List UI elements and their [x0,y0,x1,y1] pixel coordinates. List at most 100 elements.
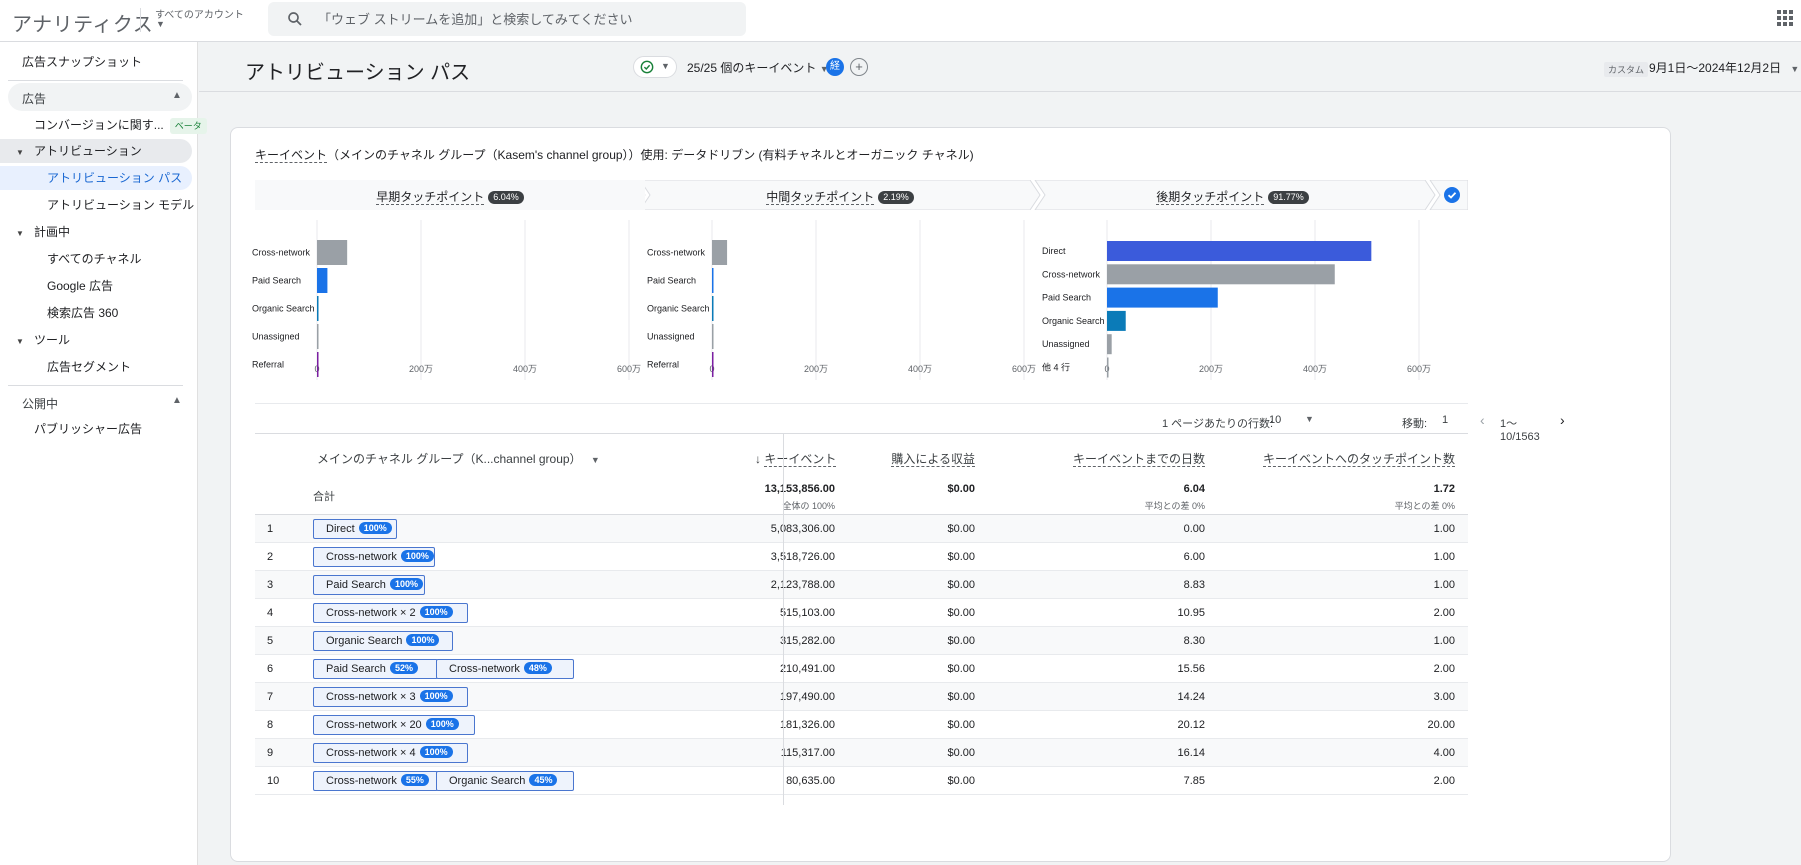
page-title: アトリビューション パス [245,62,471,84]
search-box[interactable] [268,2,746,36]
bar[interactable] [317,240,348,265]
status-chip[interactable]: ▼ [633,56,677,78]
row-index: 2 [267,551,274,563]
key-events-header[interactable]: ↓ キーイベント [755,450,837,467]
bar[interactable] [317,268,328,293]
bar[interactable] [317,324,319,349]
path-chip[interactable]: Paid Search 100% [313,575,425,595]
table-row[interactable]: 2 Cross-network 100% 3,518,726.00 $0.00 6.00 1… [255,543,1468,571]
sidebar-item-all-channels[interactable]: すべてのチャネル [47,247,142,271]
caret-down-icon[interactable]: ▼ [16,229,24,238]
table-row[interactable]: 1 Direct 100% 5,083,306.00 $0.00 0.00 1.00 [255,515,1468,543]
date-range-picker[interactable]: 9月1日～2024年12月2日 ▼ [1649,59,1799,76]
table-row[interactable]: 3 Paid Search 100% 2,123,788.00 $0.00 8.83 1.0… [255,571,1468,599]
path-chip[interactable]: Direct 100% [313,519,397,539]
path-chip[interactable]: Organic Search 45% [436,771,574,791]
path-chip[interactable]: Cross-network × 2 100% [313,603,468,623]
category-label: Referral [647,360,679,370]
path-chip[interactable]: Cross-network 100% [313,547,435,567]
touchpoints-header[interactable]: キーイベントへのタッチポイント数 [1255,450,1455,467]
sidebar-item-sa360[interactable]: 検索広告 360 [47,301,118,325]
chevron-up-icon[interactable]: ▲ [172,90,182,101]
next-page-chevron-icon[interactable]: › [1560,412,1565,428]
key-event-filter[interactable]: キーイベント [255,148,328,163]
bar[interactable] [1107,287,1218,308]
sidebar-item-conversion[interactable]: コンバージョンに関す... ベータ [34,113,207,137]
cell-days: 8.30 [1183,635,1205,647]
bar[interactable] [1107,241,1372,261]
bar[interactable] [317,352,319,377]
path-chip[interactable]: Cross-network × 20 100% [313,715,475,735]
bar[interactable] [712,296,714,321]
sidebar-item-attribution-model[interactable]: アトリビューション モデル [47,193,194,217]
app-title[interactable]: アナリティクス [12,8,153,37]
row-index: 10 [267,775,280,787]
cell-days: 6.00 [1183,551,1205,563]
sidebar-item-publisher-ads[interactable]: パブリッシャー広告 [34,417,142,441]
touchpoint-check-button[interactable] [1427,180,1467,210]
check-circle-icon [640,60,654,74]
cell-key-events: 181,326.00 [779,719,835,731]
path-chip[interactable]: Cross-network × 3 100% [313,687,468,707]
path-chip[interactable]: Paid Search 52% [313,659,438,679]
cell-revenue: $0.00 [947,663,975,675]
divider [8,385,183,386]
sidebar: 広告スナップショット 広告 ▲ コンバージョンに関す... ベータ ▼ アトリビュ… [0,42,207,865]
revenue-header[interactable]: 購入による収益 [875,450,975,467]
path-chip[interactable]: Organic Search 100% [313,631,453,651]
path-chip[interactable]: Cross-network 55% [313,771,438,791]
row-index: 7 [267,691,274,703]
search-input[interactable] [318,2,738,36]
sidebar-item-segments[interactable]: 広告セグメント [47,355,131,379]
total-touchpoints: 1.72 [1433,483,1455,495]
sidebar-item-planning[interactable]: 計画中 [34,220,70,244]
rows-per-page-select[interactable]: 10 [1269,414,1281,426]
table-row[interactable]: 4 Cross-network × 2 100% 515,103.00 $0.00 10.… [255,599,1468,627]
sidebar-item-google-ads[interactable]: Google 広告 [47,274,113,298]
bar[interactable] [317,296,319,321]
add-comparison-button[interactable]: + [850,58,868,76]
bar[interactable] [1107,264,1335,285]
path-chip[interactable]: Cross-network × 4 100% [313,743,468,763]
tab-mid-touchpoint[interactable]: 中間タッチポイント 2.19% [645,180,1035,210]
filter-line[interactable]: キーイベント（メインのチャネル グループ（Kasem's channel gro… [255,146,974,163]
comparison-badge[interactable]: 経 [826,58,844,76]
caret-down-icon[interactable]: ▼ [16,148,24,157]
bar[interactable] [712,352,714,377]
tab-late-touchpoint[interactable]: 後期タッチポイント 91.77% [1035,180,1430,210]
sidebar-item-attribution[interactable]: アトリビューション [34,139,142,163]
table-row[interactable]: 7 Cross-network × 3 100% 197,490.00 $0.00 14.… [255,683,1468,711]
table-row[interactable]: 5 Organic Search 100% 315,282.00 $0.00 8.30 1.… [255,627,1468,655]
section-published[interactable]: 公開中 [22,395,58,412]
key-events-dropdown[interactable]: 25/25 個のキーイベント ▼ [687,59,829,76]
caret-down-icon[interactable]: ▼ [1305,414,1314,424]
cell-days: 10.95 [1177,607,1205,619]
caret-down-icon[interactable]: ▼ [16,337,24,346]
row-index: 6 [267,663,274,675]
days-header[interactable]: キーイベントまでの日数 [1035,450,1205,467]
table-row[interactable]: 10 Cross-network 55% Organic Search 45% 80,63… [255,767,1468,795]
bar[interactable] [1107,334,1112,355]
bar[interactable] [712,324,714,349]
prev-page-chevron-icon[interactable]: ‹ [1480,412,1485,428]
sidebar-item-attribution-paths[interactable]: アトリビューション パス [47,166,182,190]
goto-page-input[interactable]: 1 [1442,414,1448,426]
path-chip[interactable]: Cross-network 48% [436,659,574,679]
divider [140,8,141,32]
apps-grid-icon[interactable] [1777,10,1793,26]
table-row[interactable]: 8 Cross-network × 20 100% 181,326.00 $0.00 20… [255,711,1468,739]
bar[interactable] [1107,310,1126,331]
chevron-up-icon[interactable]: ▲ [172,395,182,406]
sidebar-item-snapshot[interactable]: 広告スナップショット [22,50,142,74]
account-selector-label[interactable]: すべてのアカウント [155,6,244,21]
table-row[interactable]: 9 Cross-network × 4 100% 115,317.00 $0.00 16.… [255,739,1468,767]
table-row[interactable]: 6 Paid Search 52% Cross-network 48% 210,491.0… [255,655,1468,683]
bar[interactable] [712,240,728,265]
dimension-header[interactable]: メインのチャネル グループ（K...channel group） ▼ [317,450,600,467]
bar[interactable] [712,268,714,293]
section-ads[interactable]: 広告 [22,90,46,107]
tab-early-touchpoint[interactable]: 早期タッチポイント 6.04% [255,180,645,210]
sidebar-item-tools[interactable]: ツール [34,328,70,352]
bar[interactable] [1107,357,1109,378]
account-caret-icon[interactable]: ▼ [156,19,165,29]
